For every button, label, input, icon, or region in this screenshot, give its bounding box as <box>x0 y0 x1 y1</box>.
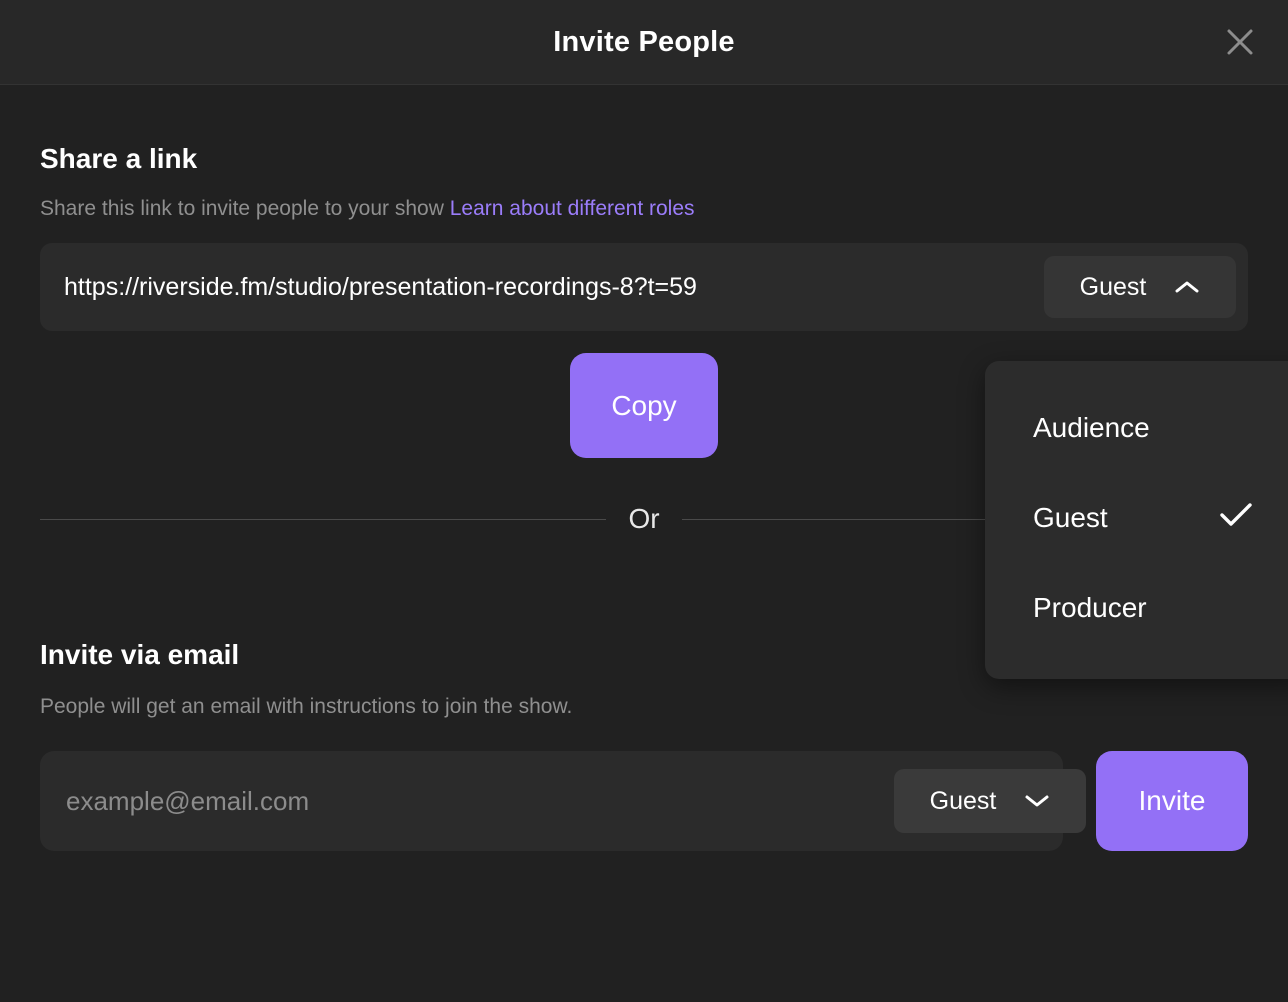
role-menu-item-label: Audience <box>1033 412 1150 443</box>
share-link-description-text: Share this link to invite people to your… <box>40 197 444 220</box>
invite-button[interactable]: Invite <box>1096 751 1248 852</box>
close-icon <box>1223 25 1257 59</box>
share-link-row: https://riverside.fm/studio/presentation… <box>40 243 1248 332</box>
divider-line-left <box>40 518 607 520</box>
page-title: Invite People <box>553 25 735 58</box>
close-button[interactable] <box>1218 20 1262 64</box>
role-menu-item-producer[interactable]: Producer <box>985 563 1288 653</box>
role-menu-item-guest[interactable]: Guest <box>985 473 1288 563</box>
invite-email-description: People will get an email with instructio… <box>40 695 573 719</box>
divider-label: Or <box>628 503 660 535</box>
share-link-heading: Share a link <box>40 143 198 174</box>
role-menu-item-label: Producer <box>1033 592 1147 623</box>
email-role-value: Guest <box>929 786 997 815</box>
check-icon <box>1219 502 1253 535</box>
share-link-description: Share this link to invite people to your… <box>40 196 1248 221</box>
share-link-input-value: https://riverside.fm/studio/presentation… <box>64 272 697 301</box>
share-link-role-dropdown[interactable]: Guest <box>1044 256 1236 319</box>
role-menu-item-audience[interactable]: Audience <box>985 383 1288 473</box>
role-menu-item-label: Guest <box>1033 502 1108 533</box>
share-link-role-value: Guest <box>1079 272 1147 301</box>
email-role-dropdown[interactable]: Guest <box>894 769 1086 834</box>
copy-button[interactable]: Copy <box>570 353 718 459</box>
invite-email-row: Guest Invite <box>40 751 1248 852</box>
modal-header: Invite People <box>0 0 1288 85</box>
role-dropdown-menu: Audience Guest Producer <box>985 361 1288 679</box>
chevron-down-icon <box>1024 787 1050 816</box>
learn-about-roles-link[interactable]: Learn about different roles <box>450 197 695 220</box>
chevron-up-icon <box>1174 273 1200 302</box>
